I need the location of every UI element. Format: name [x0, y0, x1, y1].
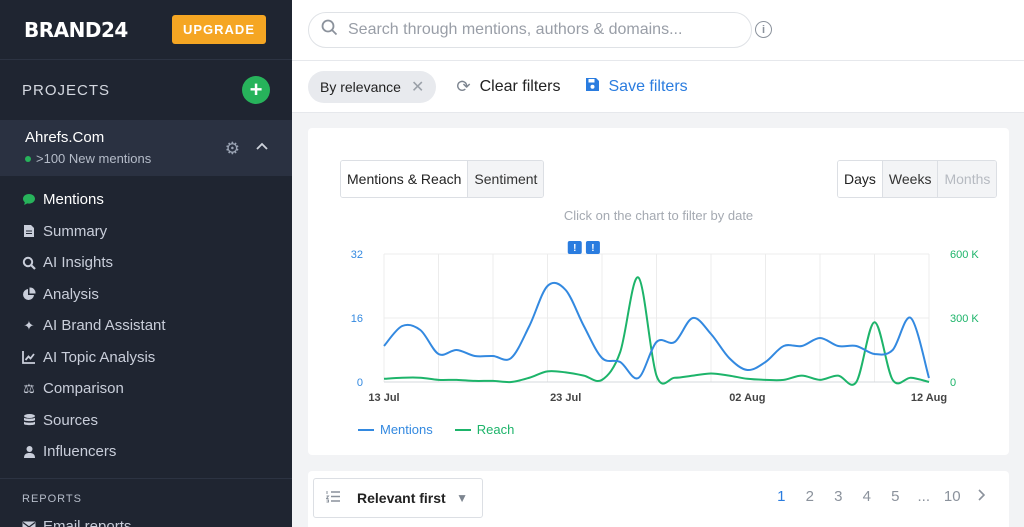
- projects-header: PROJECTS +: [0, 60, 292, 120]
- sidebar-item-label: Influencers: [43, 443, 117, 461]
- page-4[interactable]: 4: [853, 488, 882, 505]
- mentions-reach-chart[interactable]: 0 16 32 0 300 K 600 K 13 Jul 23 Jul 02 Aug 12 Aug…: [308, 128, 1009, 455]
- legend-mentions[interactable]: Mentions: [358, 422, 433, 437]
- annotation-marker-label: !: [591, 243, 594, 254]
- sidebar-item-label: Mentions: [43, 191, 104, 209]
- x-tick-label: 12 Aug: [911, 392, 947, 404]
- results-toolbar: Relevant first ▼ 1 2 3 4 5 ... 10: [308, 471, 1009, 527]
- page-10[interactable]: 10: [938, 488, 967, 505]
- clear-filters-label: Clear filters: [479, 77, 561, 95]
- sidebar-item-label: AI Topic Analysis: [43, 348, 156, 366]
- sidebar-item-label: Email reports: [43, 517, 132, 527]
- page-5[interactable]: 5: [881, 488, 910, 505]
- sidebar-item-label: AI Brand Assistant: [43, 317, 166, 335]
- add-project-button[interactable]: +: [242, 76, 270, 104]
- top-bar: i: [292, 0, 1024, 61]
- legend-label-mentions: Mentions: [380, 422, 433, 437]
- sort-label: Relevant first: [357, 490, 446, 506]
- reports-header: REPORTS: [0, 477, 292, 505]
- sidebar: BRAND24 UPGRADE PROJECTS + Ahrefs.Com >1…: [0, 0, 292, 527]
- mail-icon: [22, 521, 36, 527]
- sidebar-item-mentions[interactable]: Mentions: [0, 184, 292, 216]
- chevron-down-icon: ▼: [456, 491, 468, 505]
- projects-label: PROJECTS: [22, 81, 111, 99]
- legend-swatch-reach: [454, 428, 471, 431]
- sidebar-item-comparison[interactable]: ⚖ Comparison: [0, 373, 292, 405]
- sparkle-icon: ✦: [23, 317, 35, 333]
- sort-dropdown[interactable]: Relevant first ▼: [313, 478, 483, 518]
- page-3[interactable]: 3: [824, 488, 853, 505]
- y-right-tick-label: 600 K: [950, 249, 979, 261]
- pagination: 1 2 3 4 5 ... 10: [767, 488, 995, 505]
- chart-card: Mentions & Reach Sentiment Days Weeks Mo…: [308, 128, 1009, 455]
- info-icon[interactable]: i: [755, 21, 772, 38]
- chat-bubble-icon: [22, 193, 36, 206]
- y-left-tick-label: 0: [357, 377, 363, 389]
- y-right-tick-label: 0: [950, 377, 956, 389]
- legend-swatch-mentions: [358, 428, 374, 431]
- close-icon[interactable]: ✕: [411, 77, 424, 97]
- person-icon: [22, 445, 36, 459]
- sidebar-item-ai-brand-assistant[interactable]: ✦ AI Brand Assistant: [0, 310, 292, 342]
- floppy-disk-icon: [585, 77, 600, 97]
- page-1[interactable]: 1: [767, 488, 796, 505]
- x-tick-label: 23 Jul: [550, 392, 581, 404]
- magnifier-icon: [22, 256, 36, 270]
- sidebar-item-ai-topic-analysis[interactable]: AI Topic Analysis: [0, 342, 292, 374]
- page-2[interactable]: 2: [796, 488, 825, 505]
- sidebar-item-influencers[interactable]: Influencers: [0, 436, 292, 468]
- status-dot-icon: [25, 155, 31, 162]
- sidebar-item-analysis[interactable]: Analysis: [0, 279, 292, 311]
- legend-reach[interactable]: Reach: [454, 422, 515, 437]
- sidebar-item-label: Summary: [43, 222, 108, 240]
- project-status-text: >100 New mentions: [36, 151, 152, 166]
- y-left-tick-label: 16: [351, 313, 363, 325]
- filter-bar: By relevance ✕ ⟳ Clear filters Save filt…: [292, 61, 1024, 113]
- sidebar-item-label: Sources: [43, 411, 99, 429]
- legend-label-reach: Reach: [476, 422, 515, 437]
- search-input[interactable]: [348, 21, 728, 39]
- chevron-up-icon[interactable]: [256, 138, 268, 153]
- database-icon: [22, 413, 36, 427]
- next-page-icon[interactable]: [967, 488, 996, 505]
- clear-filters-button[interactable]: ⟳ Clear filters: [456, 77, 560, 97]
- sidebar-item-summary[interactable]: Summary: [0, 216, 292, 248]
- annotation-marker-label: !: [573, 243, 576, 254]
- sidebar-item-sources[interactable]: Sources: [0, 405, 292, 437]
- x-tick-label: 02 Aug: [729, 392, 765, 404]
- sidebar-item-email-reports[interactable]: Email reports: [0, 511, 292, 527]
- save-filters-label: Save filters: [608, 77, 688, 95]
- relevance-filter-chip[interactable]: By relevance ✕: [308, 70, 437, 103]
- brand-bar: BRAND24 UPGRADE: [0, 0, 292, 60]
- scale-icon: ⚖: [23, 380, 35, 396]
- sort-list-icon: [325, 490, 341, 506]
- brand-logo[interactable]: BRAND24: [24, 18, 128, 42]
- plus-icon: +: [249, 77, 263, 102]
- project-item[interactable]: Ahrefs.Com >100 New mentions ⚙: [0, 120, 292, 176]
- sidebar-item-label: Analysis: [43, 285, 99, 303]
- y-left-tick-label: 32: [351, 249, 363, 261]
- sidebar-nav: Mentions Summary AI Insights Analysis ✦ …: [0, 176, 292, 468]
- y-right-tick-label: 300 K: [950, 313, 979, 325]
- search-box[interactable]: [308, 12, 752, 48]
- pie-chart-icon: [22, 287, 36, 301]
- sidebar-item-label: AI Insights: [43, 254, 114, 272]
- sidebar-item-label: Comparison: [43, 380, 124, 398]
- document-icon: [22, 224, 36, 238]
- chart-legend: Mentions Reach: [358, 422, 514, 437]
- refresh-icon: ⟳: [456, 76, 471, 96]
- sidebar-item-ai-insights[interactable]: AI Insights: [0, 247, 292, 279]
- trend-chart-icon: [22, 350, 36, 365]
- gear-icon[interactable]: ⚙: [225, 139, 240, 159]
- save-filters-button[interactable]: Save filters: [585, 77, 688, 97]
- page-ellipsis: ...: [917, 488, 930, 505]
- x-tick-label: 13 Jul: [368, 392, 399, 404]
- upgrade-button[interactable]: UPGRADE: [171, 15, 266, 44]
- search-icon: [321, 19, 338, 41]
- chip-label: By relevance: [320, 78, 401, 95]
